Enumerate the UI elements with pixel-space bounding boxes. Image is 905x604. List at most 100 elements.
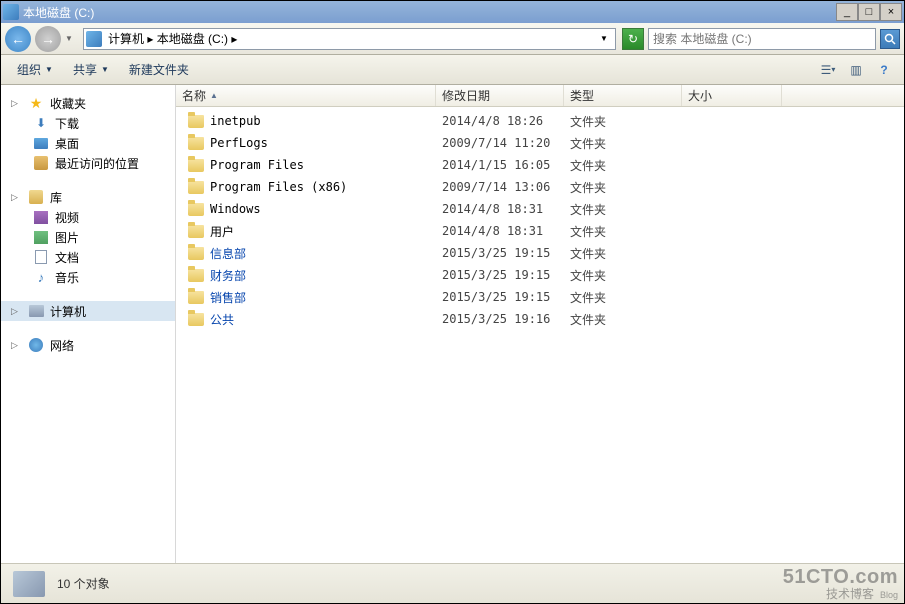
column-headers: 名称▲ 修改日期 类型 大小 xyxy=(176,85,904,107)
new-folder-label: 新建文件夹 xyxy=(129,61,189,78)
folder-icon xyxy=(188,291,204,304)
folder-icon xyxy=(188,269,204,282)
minimize-button[interactable]: _ xyxy=(836,3,858,21)
cell-name: PerfLogs xyxy=(182,136,436,150)
col-label: 大小 xyxy=(688,87,712,104)
col-label: 名称 xyxy=(182,87,206,104)
folder-icon xyxy=(188,137,204,150)
item-label: 桌面 xyxy=(55,135,79,152)
drive-icon xyxy=(13,571,45,597)
item-label: 音乐 xyxy=(55,269,79,286)
folder-icon xyxy=(188,159,204,172)
file-row[interactable]: 信息部2015/3/25 19:15文件夹 xyxy=(176,242,904,264)
history-dropdown[interactable]: ▼ xyxy=(65,34,77,43)
search-icon xyxy=(884,33,896,45)
share-label: 共享 xyxy=(73,61,97,78)
chevron-down-icon: ▼ xyxy=(101,65,109,74)
help-button[interactable]: ? xyxy=(872,59,896,81)
view-options-button[interactable]: ☰▾ xyxy=(816,59,840,81)
cell-type: 文件夹 xyxy=(564,179,682,196)
help-icon: ? xyxy=(880,63,887,77)
organize-label: 组织 xyxy=(17,61,41,78)
sidebar-music[interactable]: ♪音乐 xyxy=(1,267,175,287)
preview-icon: ▥ xyxy=(850,63,861,77)
cell-type: 文件夹 xyxy=(564,113,682,130)
file-row[interactable]: Program Files2014/1/15 16:05文件夹 xyxy=(176,154,904,176)
item-label: 图片 xyxy=(55,229,79,246)
preview-pane-button[interactable]: ▥ xyxy=(844,59,868,81)
cell-date: 2014/4/8 18:31 xyxy=(436,202,564,216)
body: ▷ ★ 收藏夹 ⬇下载 桌面 最近访问的位置 ▷ 库 视频 图片 文档 ♪音乐 xyxy=(1,85,904,563)
titlebar[interactable]: 本地磁盘 (C:) _ □ × xyxy=(1,1,904,23)
column-size[interactable]: 大小 xyxy=(682,85,782,106)
document-icon xyxy=(33,249,49,265)
sidebar-downloads[interactable]: ⬇下载 xyxy=(1,113,175,133)
drive-icon xyxy=(86,31,102,47)
cell-name: inetpub xyxy=(182,114,436,128)
cell-type: 文件夹 xyxy=(564,311,682,328)
star-icon: ★ xyxy=(28,95,44,111)
column-type[interactable]: 类型 xyxy=(564,85,682,106)
sidebar-recent[interactable]: 最近访问的位置 xyxy=(1,153,175,173)
close-button[interactable]: × xyxy=(880,3,902,21)
file-name: 信息部 xyxy=(210,245,246,262)
sidebar-documents[interactable]: 文档 xyxy=(1,247,175,267)
sidebar-network[interactable]: ▷ 网络 xyxy=(1,335,175,355)
favorites-label: 收藏夹 xyxy=(50,95,86,112)
recent-icon xyxy=(33,155,49,171)
organize-menu[interactable]: 组织▼ xyxy=(9,58,61,81)
expand-icon[interactable]: ▷ xyxy=(11,192,22,203)
forward-button[interactable]: → xyxy=(35,26,61,52)
address-dropdown-icon[interactable]: ▼ xyxy=(595,34,613,43)
item-label: 最近访问的位置 xyxy=(55,155,139,172)
share-menu[interactable]: 共享 ▼ xyxy=(65,58,117,81)
file-row[interactable]: 公共2015/3/25 19:16文件夹 xyxy=(176,308,904,330)
cell-name: 财务部 xyxy=(182,267,436,284)
sidebar-computer[interactable]: ▷ 计算机 xyxy=(1,301,175,321)
computer-label: 计算机 xyxy=(50,303,86,320)
file-row[interactable]: PerfLogs2009/7/14 11:20文件夹 xyxy=(176,132,904,154)
file-row[interactable]: Program Files (x86)2009/7/14 13:06文件夹 xyxy=(176,176,904,198)
file-row[interactable]: 财务部2015/3/25 19:15文件夹 xyxy=(176,264,904,286)
column-date[interactable]: 修改日期 xyxy=(436,85,564,106)
address-bar[interactable]: 计算机 ▸ 本地磁盘 (C:) ▸ ▼ xyxy=(83,28,616,50)
file-name: 销售部 xyxy=(210,289,246,306)
network-icon xyxy=(28,337,44,353)
expand-icon[interactable]: ▷ xyxy=(11,98,22,109)
file-name: 财务部 xyxy=(210,267,246,284)
refresh-icon: ↻ xyxy=(628,32,638,46)
search-box[interactable] xyxy=(648,28,876,50)
watermark-site: 51CTO.com xyxy=(783,566,898,588)
sidebar-libraries[interactable]: ▷ 库 xyxy=(1,187,175,207)
expand-icon[interactable]: ▷ xyxy=(11,340,22,351)
item-label: 视频 xyxy=(55,209,79,226)
expand-icon[interactable]: ▷ xyxy=(11,306,22,317)
column-name[interactable]: 名称▲ xyxy=(176,85,436,106)
address-path: 计算机 ▸ 本地磁盘 (C:) ▸ xyxy=(108,30,595,47)
cell-name: Program Files (x86) xyxy=(182,180,436,194)
watermark: 51CTO.com 技术博客Blog xyxy=(783,566,898,601)
search-input[interactable] xyxy=(653,32,871,46)
new-folder-button[interactable]: 新建文件夹 xyxy=(121,58,197,81)
file-name: Program Files (x86) xyxy=(210,180,347,194)
statusbar: 10 个对象 51CTO.com 技术博客Blog xyxy=(1,563,904,603)
cell-type: 文件夹 xyxy=(564,245,682,262)
folder-icon xyxy=(188,203,204,216)
search-button[interactable] xyxy=(880,29,900,49)
cell-type: 文件夹 xyxy=(564,223,682,240)
file-row[interactable]: Windows2014/4/8 18:31文件夹 xyxy=(176,198,904,220)
col-label: 类型 xyxy=(570,87,594,104)
back-button[interactable]: ← xyxy=(5,26,31,52)
file-row[interactable]: inetpub2014/4/8 18:26文件夹 xyxy=(176,110,904,132)
sidebar-desktop[interactable]: 桌面 xyxy=(1,133,175,153)
col-label: 修改日期 xyxy=(442,87,490,104)
sidebar-favorites[interactable]: ▷ ★ 收藏夹 xyxy=(1,93,175,113)
toolbar: 组织▼ 共享 ▼ 新建文件夹 ☰▾ ▥ ? xyxy=(1,55,904,85)
file-row[interactable]: 销售部2015/3/25 19:15文件夹 xyxy=(176,286,904,308)
sidebar-videos[interactable]: 视频 xyxy=(1,207,175,227)
file-row[interactable]: 用户2014/4/8 18:31文件夹 xyxy=(176,220,904,242)
maximize-button[interactable]: □ xyxy=(858,3,880,21)
refresh-button[interactable]: ↻ xyxy=(622,28,644,50)
sidebar-pictures[interactable]: 图片 xyxy=(1,227,175,247)
cell-name: 用户 xyxy=(182,223,436,240)
